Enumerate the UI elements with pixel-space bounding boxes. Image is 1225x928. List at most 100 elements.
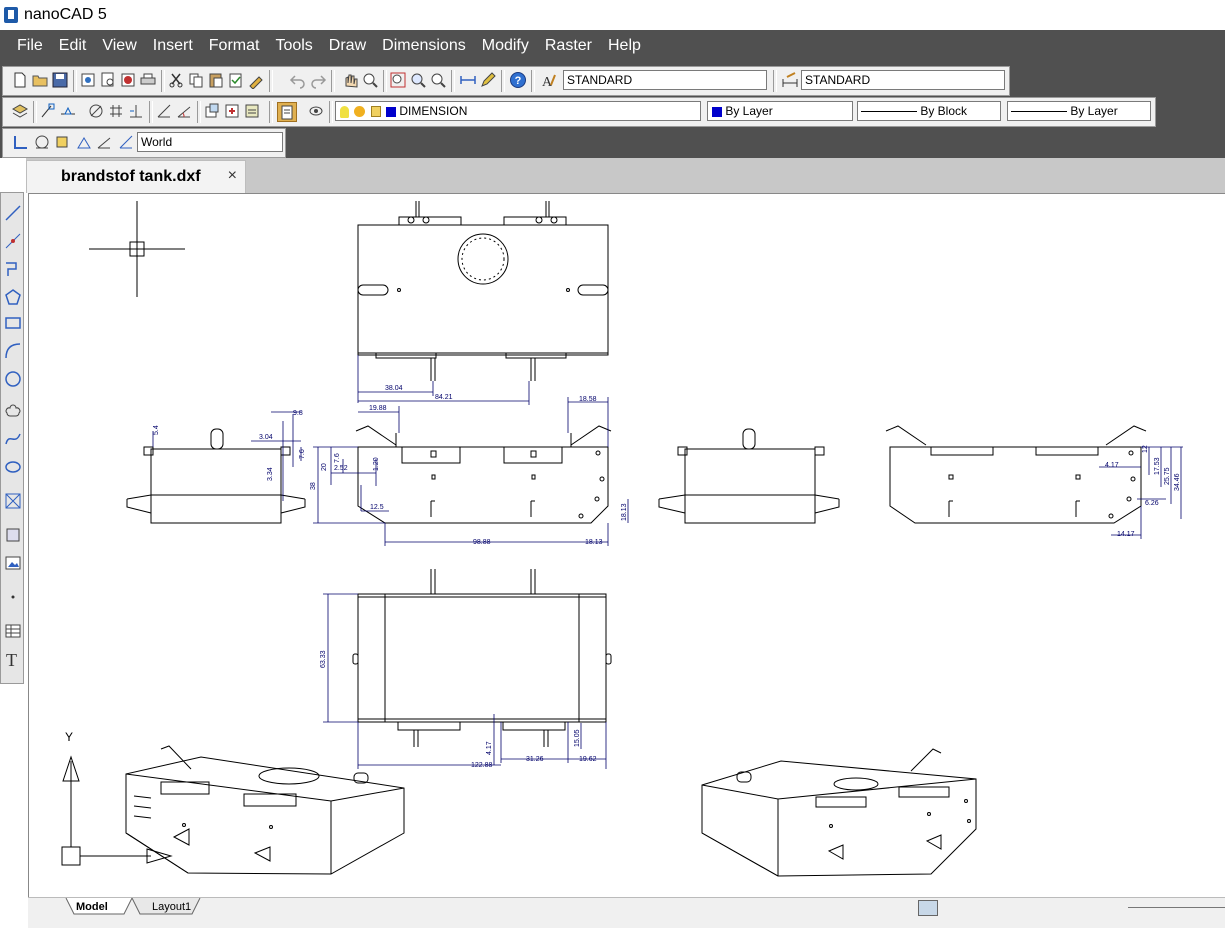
- redo-icon[interactable]: [309, 71, 327, 89]
- attribute-icon[interactable]: [243, 102, 261, 120]
- polygon-icon[interactable]: [3, 287, 23, 307]
- ucs-face-icon[interactable]: [75, 133, 93, 151]
- tab-model[interactable]: Model: [70, 898, 114, 916]
- back-view: [885, 425, 1147, 524]
- dim-text: 122.88: [471, 762, 493, 769]
- block-insert-icon[interactable]: [3, 491, 23, 511]
- print-icon[interactable]: [139, 71, 157, 89]
- lock-icon[interactable]: [370, 106, 381, 118]
- menu-dimensions[interactable]: Dimensions: [374, 30, 474, 62]
- zoom-realtime-icon[interactable]: [361, 71, 379, 89]
- block-icon[interactable]: [203, 102, 221, 120]
- ray-icon[interactable]: [3, 231, 23, 251]
- new-file-icon[interactable]: [11, 71, 29, 89]
- menu-view[interactable]: View: [94, 30, 144, 62]
- distance-icon[interactable]: [459, 71, 477, 89]
- dim-style-icon[interactable]: [781, 71, 799, 89]
- help-icon[interactable]: ?: [509, 71, 527, 89]
- cut-icon[interactable]: [167, 71, 185, 89]
- plot-settings-icon[interactable]: [119, 71, 137, 89]
- text-icon[interactable]: T: [3, 649, 23, 670]
- rectangle-icon[interactable]: [3, 313, 23, 333]
- snap-midpoint-icon[interactable]: [59, 102, 77, 120]
- lightbulb-icon[interactable]: [340, 105, 349, 118]
- ucs-axis-icon: [61, 755, 173, 866]
- menu-file[interactable]: File: [0, 30, 51, 62]
- clipboard-properties-icon[interactable]: [277, 102, 297, 122]
- zoom-previous-icon[interactable]: [409, 71, 427, 89]
- text-style-icon[interactable]: A: [539, 71, 557, 90]
- menu-tools[interactable]: Tools: [267, 30, 320, 62]
- sun-freeze-icon[interactable]: [354, 106, 366, 118]
- layers-icon[interactable]: [11, 102, 29, 120]
- lineweight-label: By Layer: [1070, 104, 1118, 118]
- horizontal-scrollbar[interactable]: [1128, 907, 1225, 908]
- menu-draw[interactable]: Draw: [321, 30, 374, 62]
- snap-perpendicular-icon[interactable]: [127, 102, 145, 120]
- snap-grid-icon[interactable]: [107, 102, 125, 120]
- ucs-3point-icon[interactable]: [95, 133, 113, 151]
- paste-icon[interactable]: [207, 71, 225, 89]
- dim-text: 34.46: [1174, 473, 1181, 491]
- layer-color-swatch: [386, 106, 397, 117]
- zoom-extents-icon[interactable]: [429, 71, 447, 89]
- ucs-world-icon[interactable]: [33, 133, 51, 151]
- dim-text: 7.6: [299, 449, 306, 459]
- menu-modify[interactable]: Modify: [474, 30, 537, 62]
- dim-text: 2.52: [334, 465, 348, 472]
- document-tab[interactable]: brandstof tank.dxf ×: [26, 160, 246, 193]
- menu-edit[interactable]: Edit: [51, 30, 95, 62]
- tab-layout1[interactable]: Layout1: [146, 898, 197, 916]
- revision-cloud-icon[interactable]: [3, 401, 23, 421]
- circle-icon[interactable]: [3, 369, 23, 389]
- linetype-combo[interactable]: By Block: [857, 101, 1001, 121]
- menu-raster[interactable]: Raster: [537, 30, 600, 62]
- ucs-icon[interactable]: [11, 133, 29, 151]
- open-folder-icon[interactable]: [31, 71, 49, 89]
- table-icon[interactable]: [3, 621, 23, 641]
- dim-text: 3.34: [267, 467, 274, 481]
- polyline-icon[interactable]: [3, 259, 23, 279]
- plot-preview-icon[interactable]: [99, 71, 117, 89]
- polar-icon[interactable]: [155, 102, 173, 120]
- image-icon[interactable]: [3, 553, 23, 573]
- dim-text: 4.17: [486, 741, 493, 755]
- drawing-canvas[interactable]: 38.04 84.21 19.88 18.58 9.8 5.4 3.04 7.6…: [28, 193, 1225, 897]
- properties-pencil-icon[interactable]: [479, 71, 497, 89]
- ellipse-icon[interactable]: [3, 457, 23, 477]
- undo-icon[interactable]: [289, 71, 307, 89]
- color-combo[interactable]: By Layer: [707, 101, 853, 121]
- menu-help[interactable]: Help: [600, 30, 649, 62]
- close-tab-icon[interactable]: ×: [228, 167, 237, 185]
- publish-icon[interactable]: [79, 71, 97, 89]
- zoom-window-icon[interactable]: [389, 71, 407, 89]
- snap-endpoint-icon[interactable]: [39, 102, 57, 120]
- pan-icon[interactable]: [341, 71, 359, 89]
- ucs-object-icon[interactable]: [53, 133, 71, 151]
- ucs-rotate-icon[interactable]: [117, 133, 135, 151]
- point-icon[interactable]: [3, 587, 23, 607]
- match-properties-icon[interactable]: [247, 71, 265, 90]
- paste-special-icon[interactable]: [227, 71, 245, 89]
- layout-options-icon[interactable]: [918, 900, 938, 916]
- text-style-combo[interactable]: STANDARD: [563, 70, 767, 90]
- ucs-combo[interactable]: World: [137, 132, 283, 152]
- angle-icon[interactable]: [175, 102, 193, 120]
- save-icon[interactable]: [51, 71, 69, 89]
- spline-icon[interactable]: [3, 429, 23, 449]
- dim-style-combo[interactable]: STANDARD: [801, 70, 1005, 90]
- make-block-icon[interactable]: [3, 525, 23, 545]
- crosshair-cursor: [89, 201, 185, 297]
- copy-icon[interactable]: [187, 71, 205, 89]
- insert-block-icon[interactable]: [223, 102, 241, 120]
- snap-nearest-icon[interactable]: [87, 102, 105, 120]
- menu-format[interactable]: Format: [201, 30, 268, 62]
- arc-icon[interactable]: [3, 341, 23, 361]
- layer-states-icon[interactable]: [307, 102, 325, 120]
- lineweight-combo[interactable]: By Layer: [1007, 101, 1151, 121]
- dim-text: 19.88: [369, 405, 387, 412]
- front-view: [355, 425, 612, 524]
- line-icon[interactable]: [3, 203, 23, 223]
- menu-insert[interactable]: Insert: [145, 30, 201, 62]
- layer-combo[interactable]: DIMENSION: [335, 101, 701, 121]
